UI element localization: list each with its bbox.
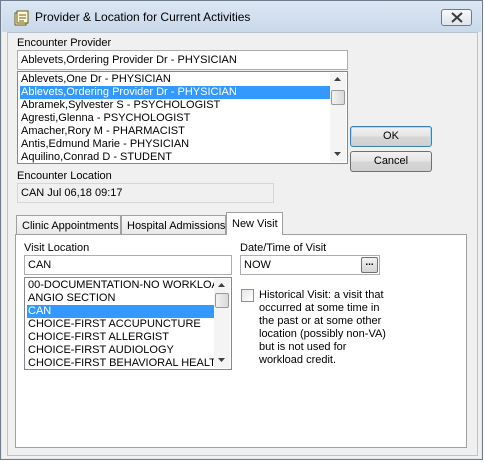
new-visit-panel: Visit Location CAN 00-DOCUMENTATION-NO W… xyxy=(15,234,467,448)
location-list-scroll-thumb[interactable] xyxy=(215,293,229,308)
encounter-location-label: Encounter Location xyxy=(17,170,112,182)
location-listbox[interactable]: 00-DOCUMENTATION-NO WORKLOAD ANGIO SECTI… xyxy=(24,277,232,370)
location-list-item[interactable]: CHOICE-FIRST BEHAVIORAL HEALTH xyxy=(27,357,224,369)
historical-visit-checkbox[interactable] xyxy=(241,289,254,302)
encounter-provider-label: Encounter Provider xyxy=(17,37,112,49)
close-icon xyxy=(451,12,463,23)
historical-text-line: workload credit. xyxy=(259,354,337,366)
datetime-picker-button[interactable]: ... xyxy=(361,257,378,273)
visit-location-label: Visit Location xyxy=(24,242,90,254)
provider-list-scrollbar[interactable] xyxy=(330,73,346,162)
dialog-client-area: Encounter Provider Ablevets,Ordering Pro… xyxy=(7,32,478,456)
historical-text-line: but is not used for xyxy=(259,341,347,353)
close-button[interactable] xyxy=(441,9,472,26)
encounter-location-display: CAN Jul 06,18 09:17 xyxy=(17,183,274,203)
datetime-input[interactable]: NOW xyxy=(240,255,380,275)
provider-list-item[interactable]: Aquilino,Conrad D - STUDENT xyxy=(20,151,172,163)
scroll-up-arrow-icon xyxy=(334,77,341,81)
tab-hospital-admissions[interactable]: Hospital Admissions xyxy=(121,215,226,235)
ok-button[interactable]: OK xyxy=(350,126,432,147)
provider-list-item-selected[interactable]: Ablevets,Ordering Provider Dr - PHYSICIA… xyxy=(20,86,330,99)
provider-list-item[interactable]: Antis,Edmund Marie - PHYSICIAN xyxy=(20,138,189,151)
scroll-down-arrow-icon xyxy=(334,152,341,156)
location-list-item[interactable]: CHOICE-FIRST ALLERGIST xyxy=(27,331,169,344)
scroll-up-button[interactable] xyxy=(330,73,346,87)
tab-new-visit[interactable]: New Visit xyxy=(226,212,283,235)
historical-text-line: Historical Visit: a visit that xyxy=(259,289,384,301)
provider-list-item[interactable]: Amacher,Rory M - PHARMACIST xyxy=(20,125,185,138)
location-list-item[interactable]: CHOICE-FIRST ACCUPUNCTURE xyxy=(27,318,201,331)
location-list-item-selected[interactable]: CAN xyxy=(27,305,214,318)
tab-clinic-appointments[interactable]: Clinic Appointments xyxy=(16,215,121,235)
historical-text-line: occurred at some time in xyxy=(259,302,380,314)
location-list-item[interactable]: CHOICE-FIRST AUDIOLOGY xyxy=(27,344,174,357)
historical-text-line: the past or at some other xyxy=(259,315,382,327)
cancel-button[interactable]: Cancel xyxy=(350,151,432,172)
provider-listbox[interactable]: Ablevets,One Dr - PHYSICIAN Ablevets,Ord… xyxy=(17,71,348,164)
encounter-provider-input[interactable]: Ablevets,Ordering Provider Dr - PHYSICIA… xyxy=(17,50,348,70)
scroll-up-button[interactable] xyxy=(214,279,230,293)
provider-list-item[interactable]: Ablevets,One Dr - PHYSICIAN xyxy=(20,73,171,86)
location-list-scrollbar[interactable] xyxy=(214,279,230,368)
location-list-item[interactable]: 00-DOCUMENTATION-NO WORKLOAD xyxy=(27,279,227,292)
scroll-down-button[interactable] xyxy=(214,354,230,368)
datetime-label: Date/Time of Visit xyxy=(240,242,327,254)
historical-visit-description: Historical Visit: a visit that occurred … xyxy=(259,289,386,367)
window-title: Provider & Location for Current Activiti… xyxy=(35,10,251,24)
scroll-down-arrow-icon xyxy=(218,358,225,362)
title-bar[interactable]: Provider & Location for Current Activiti… xyxy=(2,2,481,32)
scroll-down-button[interactable] xyxy=(330,148,346,162)
provider-list-item[interactable]: Abramek,Sylvester S - PSYCHOLOGIST xyxy=(20,99,220,112)
dialog-window: Provider & Location for Current Activiti… xyxy=(0,0,483,460)
provider-list-scroll-thumb[interactable] xyxy=(331,90,345,105)
scroll-up-arrow-icon xyxy=(218,283,225,287)
notepad-icon xyxy=(14,10,29,26)
location-list-item[interactable]: ANGIO SECTION xyxy=(27,292,115,305)
visit-location-input[interactable]: CAN xyxy=(24,255,232,275)
provider-list-item[interactable]: Agresti,Glenna - PSYCHOLOGIST xyxy=(20,112,190,125)
historical-text-line: location (possibly non-VA) xyxy=(259,328,386,340)
